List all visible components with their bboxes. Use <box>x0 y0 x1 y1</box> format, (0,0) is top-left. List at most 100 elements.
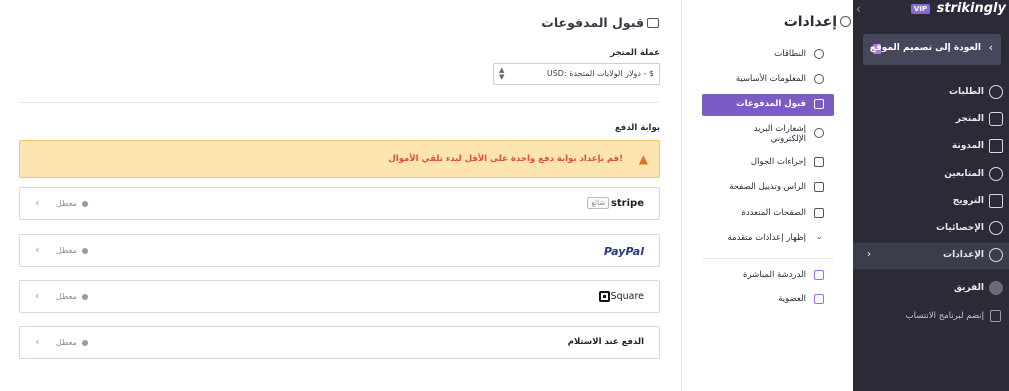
warning-icon: ▲ <box>638 152 648 166</box>
gateway-cod[interactable]: الدفع عند الاستلام معطل ‹ <box>19 326 660 359</box>
status-dot-icon <box>82 294 88 300</box>
nav-item-label: الفريق <box>953 283 984 293</box>
gateway-status: معطل <box>56 338 77 347</box>
gateway-name: PayPal <box>603 245 644 258</box>
settings-item-payments[interactable]: قبول المدفوعات <box>702 94 834 116</box>
nav-item-followers[interactable]: المتابعين <box>853 162 1009 188</box>
gateway-square[interactable]: Square معطل ‹ <box>19 280 660 313</box>
settings-item-live-chat[interactable]: الدردشة المباشرة <box>702 265 834 287</box>
mobile-icon <box>814 157 824 167</box>
bell-icon <box>814 128 824 138</box>
chat-icon <box>814 270 824 280</box>
page-title: قبول المدفوعات <box>541 15 644 30</box>
settings-item-label: إجراءات الجوال <box>750 157 806 167</box>
settings-item-label: النطاقات <box>774 49 806 59</box>
warning-alert: ▲ قم بإعداد بوابة دفع واحدة على الأقل لب… <box>19 140 660 178</box>
team-icon <box>989 281 1003 295</box>
settings-item-basic-info[interactable]: المعلومات الأساسية <box>702 69 834 91</box>
gateway-label: بوابة الدفع <box>614 123 660 133</box>
status-dot-icon <box>82 340 88 346</box>
nav-item-affiliate[interactable]: إنضم لبرنامج الانتساب <box>853 304 1009 330</box>
nav-item-team[interactable]: الفريق <box>853 276 1009 302</box>
nav-item-analytics[interactable]: الإحصائيات <box>853 216 1009 242</box>
vip-badge: VIP <box>910 4 930 14</box>
header-icon <box>814 182 824 192</box>
settings-item-label: الدردشة المباشرة <box>743 270 806 280</box>
settings-item-advanced[interactable]: ⌄ إظهار إعدادات متقدمة <box>702 228 834 250</box>
gateway-name: الدفع عند الاستلام <box>567 337 644 347</box>
settings-item-label: إشعارات البريد الإلكتروني <box>753 124 806 144</box>
chevron-left-icon: ‹ <box>988 41 993 54</box>
divider <box>702 258 834 259</box>
nav-item-label: المتابعين <box>944 169 984 179</box>
settings-item-label: قبول المدفوعات <box>736 99 806 109</box>
nav-item-label: المدونة <box>951 141 984 151</box>
nav-item-label: الطلبات <box>948 87 984 97</box>
nav-item-label: إنضم لبرنامج الانتساب <box>905 311 984 321</box>
chevron-down-icon: ⌄ <box>815 232 823 242</box>
nav-item-label: الإعدادات <box>943 250 984 260</box>
app-root: قبول المدفوعات عملة المتجر USD: دولار ال… <box>0 0 1009 391</box>
users-icon <box>989 167 1003 181</box>
popular-badge: شائع <box>587 197 609 209</box>
gateway-status: معطل <box>56 246 77 255</box>
card-icon <box>814 99 824 109</box>
settings-item-label: المعلومات الأساسية <box>735 74 806 84</box>
currency-select[interactable]: USD: دولار الولايات المتحدة - $ ▲ ▼ <box>493 63 660 85</box>
settings-menu: إعدادات النطاقات المعلومات الأساسية قبول… <box>681 0 853 391</box>
chevron-left-icon: ‹ <box>35 289 40 302</box>
select-arrows-icon: ▲ ▼ <box>499 66 505 81</box>
card-icon <box>647 18 659 28</box>
member-icon <box>814 294 824 304</box>
nav-topbar: ‹ VIP strikingly <box>853 0 1009 22</box>
main-nav: ‹ VIP strikingly العودة إلى تصميم الموقع… <box>853 0 1009 391</box>
currency-label: عملة المتجر <box>610 48 660 58</box>
divider <box>19 102 660 103</box>
gateway-stripe[interactable]: stripe شائع معطل ‹ <box>19 187 660 220</box>
chevron-left-icon: ‹ <box>35 335 40 348</box>
dollar-icon <box>989 85 1003 99</box>
settings-title: إعدادات <box>783 14 837 30</box>
settings-item-email[interactable]: إشعارات البريد الإلكتروني <box>702 123 834 145</box>
currency-value: USD: دولار الولايات المتحدة - $ <box>546 69 654 78</box>
nav-item-blog[interactable]: المدونة <box>853 134 1009 160</box>
nav-item-orders[interactable]: الطلبات <box>853 80 1009 106</box>
strikingly-logo[interactable]: strikingly <box>937 1 1006 16</box>
chart-icon <box>989 221 1003 235</box>
nav-item-store[interactable]: المتجر <box>853 107 1009 133</box>
globe-icon <box>814 49 824 59</box>
info-icon <box>814 74 824 84</box>
settings-item-domains[interactable]: النطاقات <box>702 44 834 66</box>
gateway-status: معطل <box>56 292 77 301</box>
chevron-left-icon: ‹ <box>35 243 40 256</box>
chevron-right-icon: › <box>867 249 871 260</box>
gateway-name: Square <box>610 291 644 302</box>
trophy-icon <box>990 310 1001 322</box>
square-logo-icon <box>599 291 610 302</box>
back-to-editor-button[interactable]: العودة إلى تصميم الموقع ‹ <box>863 34 1001 65</box>
settings-item-label: الصفحات المتعددة <box>741 208 806 218</box>
back-label: العودة إلى تصميم الموقع <box>869 43 981 53</box>
payments-panel: قبول المدفوعات عملة المتجر USD: دولار ال… <box>19 0 660 391</box>
nav-item-label: الترويج <box>952 196 984 206</box>
nav-item-label: الإحصائيات <box>936 223 984 233</box>
nav-item-settings[interactable]: الإعدادات › <box>853 243 1009 269</box>
gear-icon <box>989 248 1003 262</box>
nav-item-label: المتجر <box>955 114 984 124</box>
settings-item-header-footer[interactable]: الراس وتذييل الصفحة <box>702 177 834 199</box>
settings-item-mobile[interactable]: إجراءات الجوال <box>702 152 834 174</box>
pen-icon <box>989 139 1003 153</box>
megaphone-icon <box>989 194 1003 208</box>
gateway-name: stripe <box>610 198 644 209</box>
gateway-status: معطل <box>56 199 77 208</box>
gear-icon <box>840 16 851 27</box>
gateway-paypal[interactable]: PayPal معطل ‹ <box>19 234 660 267</box>
settings-item-multi-pages[interactable]: الصفحات المتعددة <box>702 203 834 225</box>
settings-item-label: الراس وتذييل الصفحة <box>729 182 806 192</box>
nav-item-promotion[interactable]: الترويج <box>853 189 1009 215</box>
store-icon <box>989 112 1003 126</box>
collapse-nav-icon[interactable]: ‹ <box>856 2 861 16</box>
settings-item-membership[interactable]: العضوية <box>702 289 834 311</box>
settings-item-label: إظهار إعدادات متقدمة <box>727 233 806 243</box>
chevron-left-icon: ‹ <box>35 196 40 209</box>
